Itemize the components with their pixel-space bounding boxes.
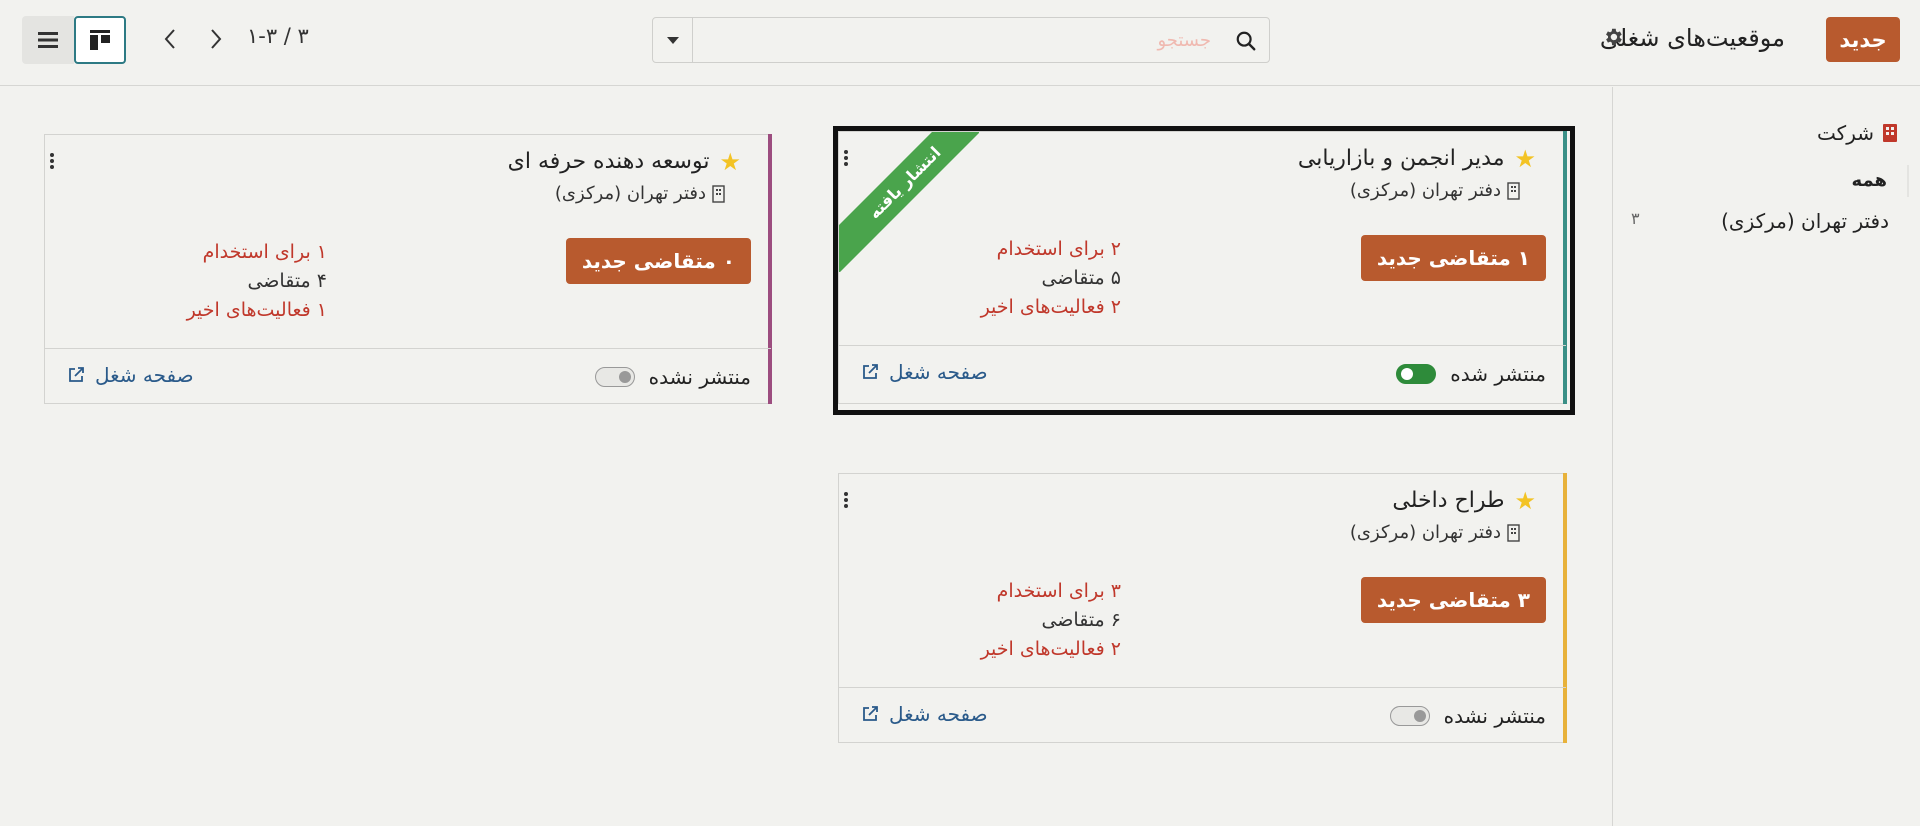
job-office-text: دفتر تهران (مرکزی): [1349, 180, 1501, 201]
kebab-menu-icon[interactable]: [843, 491, 849, 509]
building-icon: [1883, 124, 1897, 142]
chevron-right-icon: [211, 29, 222, 49]
list-view-button[interactable]: [22, 16, 74, 64]
company-filter-count: ۳: [1631, 209, 1640, 228]
external-link-icon: [863, 364, 878, 379]
building-icon: [1507, 523, 1520, 542]
activities-link[interactable]: ۲ فعالیت‌های اخیر: [839, 293, 1121, 322]
publish-toggle[interactable]: منتشر نشده: [594, 365, 751, 389]
kebab-menu-icon[interactable]: [843, 149, 849, 167]
job-card[interactable]: ★ توسعه دهنده حرفه ای دفتر تهران (مرکزی)…: [44, 134, 772, 404]
star-icon[interactable]: ★: [1514, 489, 1536, 513]
publish-status-label: منتشر نشده: [648, 365, 751, 389]
search-icon[interactable]: [1235, 30, 1257, 52]
kanban-view-button[interactable]: [74, 16, 126, 64]
external-link-icon: [863, 706, 878, 721]
kanban-icon: [90, 30, 110, 50]
publish-status-label: منتشر نشده: [1443, 704, 1546, 728]
building-icon: [1507, 181, 1520, 200]
control-panel: جدید موقعیت‌های شغلی ۱-۳ / ۳: [0, 0, 1920, 86]
job-title[interactable]: ★ مدیر انجمن و بازاریابی: [1298, 146, 1536, 171]
chevron-left-icon: [164, 29, 175, 49]
search-input[interactable]: [697, 20, 1217, 60]
job-page-link[interactable]: صفحه شغل: [861, 360, 988, 384]
toggle-switch[interactable]: [594, 367, 635, 387]
new-applicants-button[interactable]: ۳ متقاضی جدید: [1360, 577, 1546, 623]
job-stats: ۲ برای استخدام ۵ متقاضی ۲ فعالیت‌های اخی…: [839, 235, 1121, 322]
card-color-bar: [1563, 131, 1567, 404]
list-icon: [38, 32, 58, 48]
publish-toggle[interactable]: منتشر نشده: [1389, 704, 1546, 728]
new-button[interactable]: جدید: [1826, 17, 1900, 62]
star-icon[interactable]: ★: [1514, 147, 1536, 171]
toggle-switch[interactable]: [1396, 364, 1437, 384]
search-panel: شرکت همه دفتر تهران (مرکزی) ۳: [1612, 87, 1920, 826]
search-bar: [652, 17, 1270, 63]
job-title[interactable]: ★ طراح داخلی: [1392, 488, 1536, 513]
job-office: دفتر تهران (مرکزی): [1350, 180, 1520, 201]
job-page-link[interactable]: صفحه شغل: [67, 363, 194, 387]
job-page-label: صفحه شغل: [889, 360, 988, 384]
card-divider: [45, 348, 771, 349]
to-recruit-link[interactable]: ۱ برای استخدام: [45, 238, 327, 267]
company-filter-tehran-office[interactable]: دفتر تهران (مرکزی): [1623, 205, 1909, 237]
job-title-text: طراح داخلی: [1392, 488, 1505, 513]
company-filter-header: شرکت: [1817, 121, 1898, 145]
job-title[interactable]: ★ توسعه دهنده حرفه ای: [508, 149, 741, 174]
applicants-link[interactable]: ۶ متقاضی: [839, 606, 1121, 635]
to-recruit-link[interactable]: ۲ برای استخدام: [839, 235, 1121, 264]
job-office: دفتر تهران (مرکزی): [1350, 522, 1520, 543]
activities-link[interactable]: ۱ فعالیت‌های اخیر: [45, 296, 327, 325]
search-dropdown-toggle[interactable]: [653, 18, 693, 62]
card-color-bar: [1563, 473, 1567, 743]
applicants-link[interactable]: ۵ متقاضی: [839, 264, 1121, 293]
to-recruit-link[interactable]: ۳ برای استخدام: [839, 577, 1121, 606]
pager-value[interactable]: ۱-۳ / ۳: [247, 24, 309, 48]
company-filter-label: شرکت: [1817, 121, 1874, 145]
kebab-menu-icon[interactable]: [49, 152, 55, 170]
job-office-text: دفتر تهران (مرکزی): [1349, 522, 1501, 543]
external-link-icon: [69, 367, 84, 382]
card-divider: [839, 687, 1566, 688]
job-page-label: صفحه شغل: [889, 702, 988, 726]
activities-link[interactable]: ۲ فعالیت‌های اخیر: [839, 635, 1121, 664]
job-stats: ۳ برای استخدام ۶ متقاضی ۲ فعالیت‌های اخی…: [839, 577, 1121, 664]
card-divider: [839, 345, 1566, 346]
job-page-link[interactable]: صفحه شغل: [861, 702, 988, 726]
pager-previous-button[interactable]: [157, 24, 183, 54]
building-icon: [712, 184, 725, 203]
page-title: موقعیت‌های شغلی: [1599, 24, 1785, 52]
job-page-label: صفحه شغل: [95, 363, 194, 387]
job-office: دفتر تهران (مرکزی): [555, 183, 725, 204]
toggle-switch[interactable]: [1389, 706, 1430, 726]
job-office-text: دفتر تهران (مرکزی): [554, 183, 706, 204]
new-applicants-button[interactable]: ۱ متقاضی جدید: [1360, 235, 1546, 281]
company-filter-all[interactable]: همه: [1623, 165, 1909, 197]
card-color-bar: [768, 134, 772, 404]
caret-down-icon: [666, 37, 679, 44]
job-card[interactable]: ★ طراح داخلی دفتر تهران (مرکزی) ۳ متقاضی…: [838, 473, 1567, 743]
gear-icon[interactable]: [1602, 26, 1624, 48]
publish-status-label: منتشر شده: [1450, 362, 1546, 386]
star-icon[interactable]: ★: [719, 150, 741, 174]
job-title-text: مدیر انجمن و بازاریابی: [1297, 146, 1505, 171]
new-applicants-button[interactable]: ۰ متقاضی جدید: [565, 238, 751, 284]
applicants-link[interactable]: ۴ متقاضی: [45, 267, 327, 296]
job-stats: ۱ برای استخدام ۴ متقاضی ۱ فعالیت‌های اخی…: [45, 238, 327, 325]
pager-next-button[interactable]: [203, 24, 229, 54]
job-title-text: توسعه دهنده حرفه ای: [507, 149, 710, 174]
job-card[interactable]: انتشار یافته ★ مدیر انجمن و بازاریابی دف…: [838, 131, 1567, 404]
publish-toggle[interactable]: منتشر شده: [1396, 362, 1546, 386]
